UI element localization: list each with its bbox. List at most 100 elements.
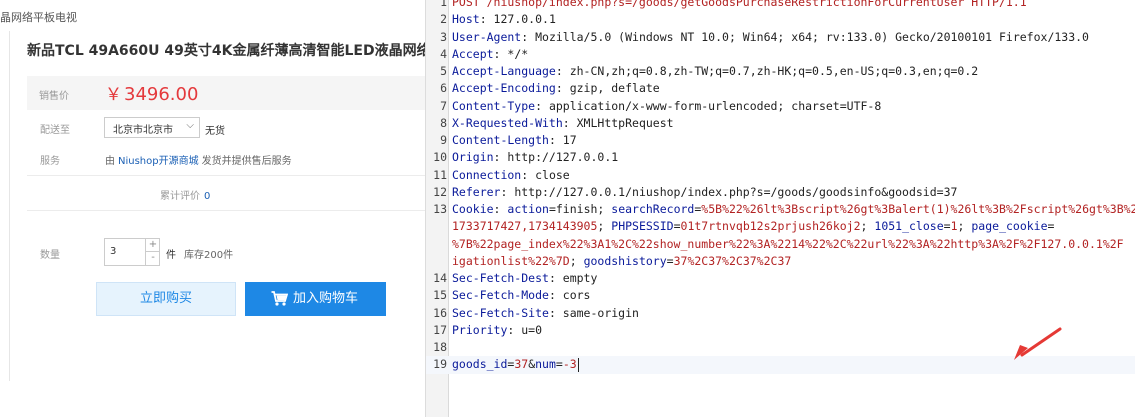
request-line[interactable]: 14 Sec-Fetch-Dest: empty (426, 270, 1135, 287)
line-text: igationlist%22%7D; goodshistory=37%2C37%… (452, 253, 791, 270)
request-line[interactable]: 11 Connection: close (426, 167, 1135, 184)
request-line[interactable]: 1733717427,1734143905; PHPSESSID=01t7rtn… (426, 218, 1135, 235)
request-line[interactable]: 8 X-Requested-With: XMLHttpRequest (426, 115, 1135, 132)
stock-status: 无货 (205, 126, 225, 137)
request-line[interactable]: 7 Content-Type: application/x-www-form-ur… (426, 98, 1135, 115)
service-label: 服务 (40, 156, 60, 167)
line-text: Sec-Fetch-Site: same-origin (452, 305, 639, 322)
line-text: Sec-Fetch-Mode: cors (452, 287, 590, 304)
line-text: Accept-Language: zh-CN,zh;q=0.8,zh-TW;q=… (452, 63, 978, 80)
product-title: 新品TCL 49A660U 49英寸4K金属纤薄高清智能LED液晶网络平 (27, 43, 425, 59)
line-text: Accept-Encoding: gzip, deflate (452, 80, 660, 97)
header-key: Sec-Fetch-Dest (452, 271, 549, 285)
line-text: Origin: http://127.0.0.1 (452, 149, 618, 166)
header-key: Accept-Encoding (452, 81, 556, 96)
line-text: Connection: close (452, 167, 570, 184)
header-key: Host (452, 12, 480, 27)
plain-text: : same-origin (548, 305, 639, 320)
request-line[interactable]: 16 Sec-Fetch-Site: same-origin (426, 305, 1135, 322)
buy-now-button[interactable]: 立即购买 (96, 282, 236, 316)
review-summary: 累计评价 0 (160, 187, 210, 202)
plain-text: : (493, 202, 508, 216)
header-key: Sec-Fetch-Mode (452, 288, 549, 303)
service-suffix: 发货并提供售后服务 (201, 156, 292, 167)
plain-text: : empty (548, 271, 598, 285)
review-label: 累计评价 (160, 191, 200, 202)
add-to-cart-button[interactable]: 加入购物车 (245, 282, 386, 316)
price-value: ￥ 3496.00 (105, 80, 198, 105)
divider (27, 210, 425, 211)
plain-text: : zh-CN,zh;q=0.8,zh-TW;q=0.7,zh-HK;q=0.5… (555, 64, 979, 78)
line-number: 9 (440, 133, 447, 147)
request-line[interactable]: 13 Cookie: action=finish; searchRecord=%5… (426, 201, 1135, 218)
plain-text: ; (569, 253, 584, 268)
stock-count: 库存200件 (184, 250, 234, 261)
line-text: Sec-Fetch-Dest: empty (452, 270, 597, 287)
request-line[interactable]: 4 Accept: */* (426, 46, 1135, 63)
header-value: 01t7rtnvqb12s2prjush26koj2 (680, 219, 861, 234)
header-key: Connection (452, 167, 522, 182)
price-label: 销售价 (39, 91, 69, 102)
header-key: Origin (452, 150, 494, 165)
seller-link[interactable]: Niushop开源商城 (118, 156, 199, 167)
text-caret (577, 357, 579, 372)
plain-text: : gzip, deflate (555, 81, 660, 96)
request-line[interactable]: 2 Host: 127.0.0.1 (426, 11, 1135, 28)
header-key: PHPSESSID (611, 219, 674, 234)
plain-text: : 127.0.0.1 (479, 12, 556, 27)
divider (27, 175, 425, 176)
request-line[interactable]: 6 Accept-Encoding: gzip, deflate (426, 80, 1135, 97)
line-number: 2 (440, 12, 447, 27)
request-line[interactable]: igationlist%22%7D; goodshistory=37%2C37%… (426, 253, 1135, 270)
header-key: Cookie (452, 202, 494, 216)
increment-button[interactable]: + (145, 239, 160, 252)
plain-text: = (673, 219, 681, 234)
request-lines: 1 POST /niushop/index.php?s=/goods/getGoo… (426, 0, 1135, 374)
left-divider (9, 31, 10, 381)
http-request-editor[interactable]: 1 POST /niushop/index.php?s=/goods/getGoo… (425, 0, 1135, 417)
line-number: 14 (433, 271, 447, 285)
breadcrumb[interactable]: 晶网络平板电视 (0, 9, 77, 25)
line-text: %7B%22page_index%22%3A1%2C%22show_number… (452, 236, 1124, 253)
header-key: page_cookie (971, 219, 1048, 234)
ship-city-value: 北京市北京市 (113, 125, 173, 136)
plain-text: = (943, 219, 951, 234)
request-line[interactable]: 12 Referer: http://127.0.0.1/niushop/inde… (426, 184, 1135, 201)
request-line[interactable]: 3 User-Agent: Mozilla/5.0 (Windows NT 10.… (426, 29, 1135, 46)
line-number: 10 (433, 150, 447, 165)
quantity-label: 数量 (40, 250, 60, 261)
request-line[interactable]: %7B%22page_index%22%3A1%2C%22show_number… (426, 236, 1135, 253)
request-line[interactable]: 1 POST /niushop/index.php?s=/goods/getGoo… (426, 0, 1135, 11)
header-key: num (535, 357, 556, 372)
line-text: Cookie: action=finish; searchRecord=%5B%… (452, 201, 1135, 218)
plain-text: : cors (548, 288, 591, 303)
request-line[interactable]: 5 Accept-Language: zh-CN,zh;q=0.8,zh-TW;q… (426, 63, 1135, 80)
header-key: Referer (452, 184, 501, 199)
plain-text: : u=0 (507, 322, 543, 337)
header-key: X-Requested-With (452, 115, 563, 130)
price-amount: 3496.00 (124, 84, 199, 105)
plain-text: = (555, 357, 563, 372)
line-text: Host: 127.0.0.1 (452, 11, 556, 28)
request-line[interactable]: 9 Content-Length: 17 (426, 132, 1135, 149)
quantity-input[interactable]: 3 (110, 246, 116, 257)
header-value: %7B%22page_index%22%3A1%2C%22show_number… (452, 236, 1124, 251)
header-value: -3 (562, 357, 577, 372)
currency-symbol: ￥ (105, 85, 122, 105)
header-value: 1733717427,1734143905 (452, 219, 598, 234)
plain-text: : Mozilla/5.0 (Windows NT 10.0; Win64; x… (521, 29, 1089, 44)
plain-text: ; (860, 219, 875, 234)
line-text: Priority: u=0 (452, 322, 542, 339)
plain-text: =finish; (548, 202, 612, 216)
request-line[interactable]: 10 Origin: http://127.0.0.1 (426, 149, 1135, 166)
ship-city-select[interactable]: 北京市北京市 ⌵ (104, 117, 200, 138)
line-number: 16 (433, 305, 447, 320)
decrement-button[interactable]: - (145, 252, 160, 265)
plain-text: : http://127.0.0.1 (493, 150, 619, 165)
line-number: 13 (433, 202, 447, 216)
header-key: searchRecord (611, 202, 695, 216)
request-line[interactable]: 15 Sec-Fetch-Mode: cors (426, 287, 1135, 304)
line-number: 18 (433, 340, 447, 354)
review-count[interactable]: 0 (204, 191, 210, 202)
shop-product-panel: 晶网络平板电视 新品TCL 49A660U 49英寸4K金属纤薄高清智能LED液… (0, 0, 425, 417)
